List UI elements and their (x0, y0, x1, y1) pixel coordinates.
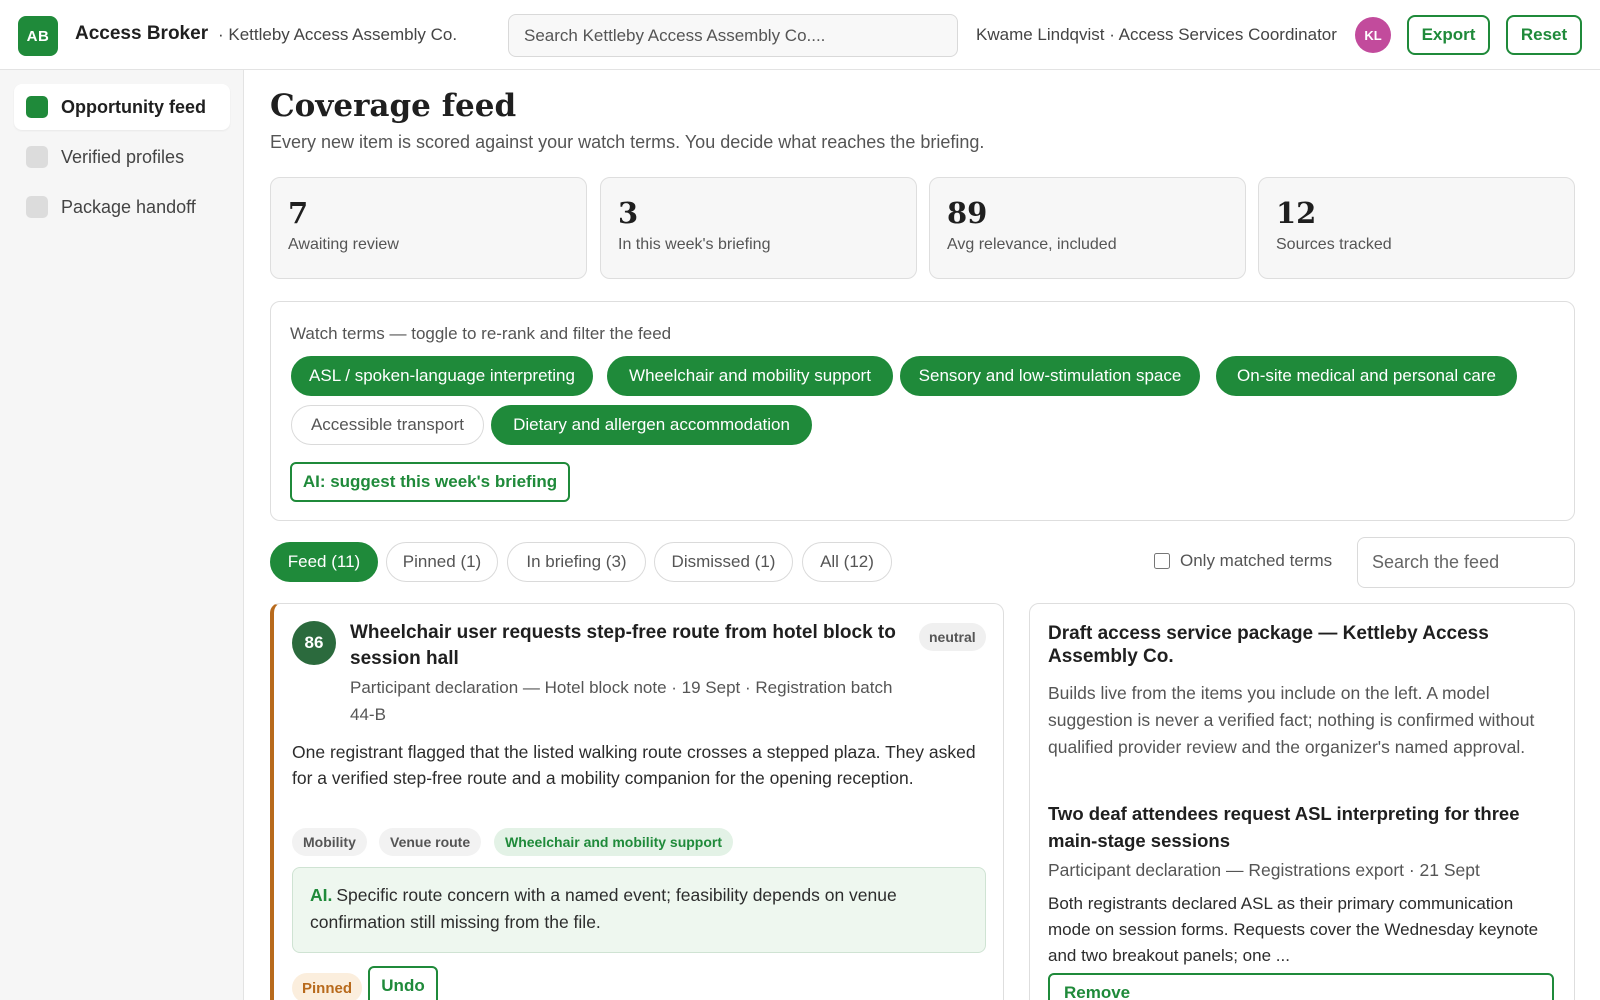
ai-suggest-briefing-button[interactable]: AI: suggest this week's briefing (290, 462, 570, 502)
pinned-badge: Pinned (292, 973, 363, 1000)
stat-label: Avg relevance, included (947, 236, 1117, 253)
ai-prefix: AI. (310, 885, 333, 905)
tab-all[interactable]: All (12) (802, 542, 892, 582)
draft-title: Draft access service package — Kettleby … (1048, 623, 1489, 667)
feed-search-input[interactable] (1357, 537, 1575, 588)
page-subtitle: Every new item is scored against your wa… (270, 132, 985, 152)
undo-button[interactable]: Undo (368, 966, 438, 1000)
only-matched-toggle[interactable]: Only matched terms (1154, 551, 1332, 571)
watch-term-dietary-allergen[interactable]: Dietary and allergen accommodation (491, 405, 812, 445)
tag-mobility: Mobility (292, 828, 367, 856)
feed-item-card[interactable]: 86 Wheelchair user requests step-free ro… (270, 603, 1004, 1000)
stat-card-avg-relevance: 89 Avg relevance, included (929, 177, 1246, 279)
ai-note-text: Specific route concern with a named even… (310, 885, 897, 932)
sidebar-item-verified-profiles[interactable]: Verified profiles (14, 134, 230, 180)
global-search-input[interactable] (508, 14, 958, 57)
nav-square-icon (26, 146, 48, 168)
relevance-score-badge: 86 (292, 621, 336, 665)
sentiment-badge: neutral (919, 623, 986, 651)
watch-term-wheelchair-mobility[interactable]: Wheelchair and mobility support (607, 356, 893, 396)
avatar[interactable]: KL (1355, 17, 1391, 53)
feed-item-meta: Participant declaration — Hotel block no… (350, 678, 893, 724)
stat-label: Awaiting review (288, 236, 399, 253)
stat-card-awaiting-review: 7 Awaiting review (270, 177, 587, 279)
stat-label: In this week's briefing (618, 236, 771, 253)
sidebar-item-label: Package handoff (61, 196, 196, 217)
remove-button[interactable]: Remove (1048, 973, 1554, 1000)
export-button[interactable]: Export (1407, 15, 1490, 55)
draft-item-meta: Participant declaration — Registrations … (1048, 860, 1480, 880)
stat-value: 89 (947, 196, 988, 230)
tab-feed[interactable]: Feed (11) (270, 542, 378, 582)
draft-package-panel: Draft access service package — Kettleby … (1029, 603, 1575, 1000)
watch-term-medical-care[interactable]: On-site medical and personal care (1216, 356, 1517, 396)
sidebar-item-label: Verified profiles (61, 146, 185, 167)
only-matched-label: Only matched terms (1180, 551, 1333, 570)
stat-label: Sources tracked (1276, 236, 1392, 253)
tab-in-briefing[interactable]: In briefing (3) (507, 542, 646, 582)
tag-venue-route: Venue route (379, 828, 482, 856)
sidebar-item-label: Opportunity feed (61, 96, 206, 117)
tab-dismissed[interactable]: Dismissed (1) (654, 542, 793, 582)
app-name: Access Broker (75, 23, 209, 44)
tag-matched-term: Wheelchair and mobility support (494, 828, 734, 856)
tab-pinned[interactable]: Pinned (1) (386, 542, 498, 582)
draft-item-body: Both registrants declared ASL as their p… (1048, 894, 1539, 965)
stat-value: 3 (618, 196, 639, 230)
user-name: Kwame Lindqvist · Access Services Coordi… (976, 25, 1337, 44)
org-name: · Kettleby Access Assembly Co. (218, 25, 458, 44)
watch-term-accessible-transport[interactable]: Accessible transport (291, 405, 484, 445)
stat-value: 7 (288, 196, 309, 230)
nav-square-icon (26, 96, 48, 118)
ai-assessment-note: AI. Specific route concern with a named e… (292, 867, 986, 953)
draft-description: Builds live from the items you include o… (1048, 683, 1535, 757)
watch-terms-panel: Watch terms — toggle to re-rank and filt… (270, 301, 1575, 521)
stat-card-in-briefing: 3 In this week's briefing (600, 177, 917, 279)
watch-term-asl-interpreting[interactable]: ASL / spoken-language interpreting (291, 356, 593, 396)
sidebar-item-package-handoff[interactable]: Package handoff (14, 184, 230, 230)
stat-card-sources-tracked: 12 Sources tracked (1258, 177, 1575, 279)
sidebar: Opportunity feed Verified profiles Packa… (0, 70, 244, 1000)
reset-button[interactable]: Reset (1506, 15, 1582, 55)
watch-term-sensory-space[interactable]: Sensory and low-stimulation space (900, 356, 1200, 396)
page-title: Coverage feed (270, 88, 517, 124)
app-logo: AB (18, 16, 58, 56)
stat-value: 12 (1276, 196, 1317, 230)
top-header: AB Access Broker · Kettleby Access Assem… (0, 0, 1600, 70)
feed-item-body: One registrant flagged that the listed w… (292, 742, 976, 788)
only-matched-checkbox[interactable] (1154, 553, 1170, 569)
feed-item-title[interactable]: Wheelchair user requests step-free route… (350, 620, 910, 672)
sidebar-item-opportunity-feed[interactable]: Opportunity feed (14, 84, 230, 130)
draft-item-title: Two deaf attendees request ASL interpret… (1048, 803, 1520, 851)
watch-terms-label: Watch terms — toggle to re-rank and filt… (290, 324, 672, 343)
nav-square-icon (26, 196, 48, 218)
